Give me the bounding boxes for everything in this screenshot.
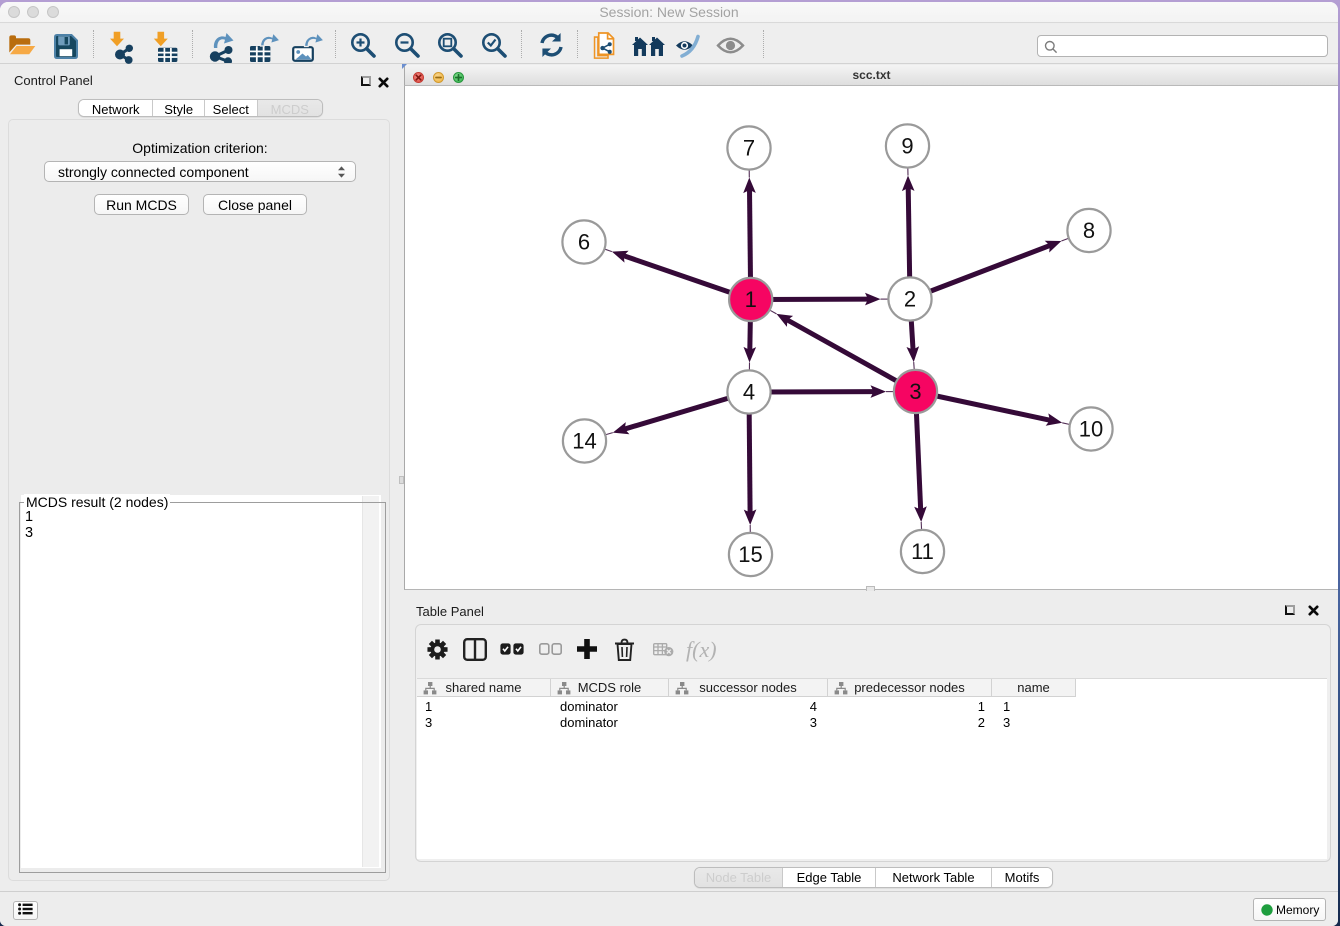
svg-text:10: 10 xyxy=(1079,417,1103,442)
svg-text:2: 2 xyxy=(904,287,916,312)
svg-text:15: 15 xyxy=(738,542,762,567)
svg-text:8: 8 xyxy=(1083,218,1095,243)
svg-text:11: 11 xyxy=(911,539,934,564)
svg-text:9: 9 xyxy=(901,134,913,159)
svg-text:1: 1 xyxy=(745,287,757,312)
svg-text:14: 14 xyxy=(572,429,596,454)
svg-text:7: 7 xyxy=(743,136,755,161)
svg-text:3: 3 xyxy=(909,379,921,404)
svg-text:4: 4 xyxy=(743,380,755,405)
svg-text:6: 6 xyxy=(578,230,590,255)
